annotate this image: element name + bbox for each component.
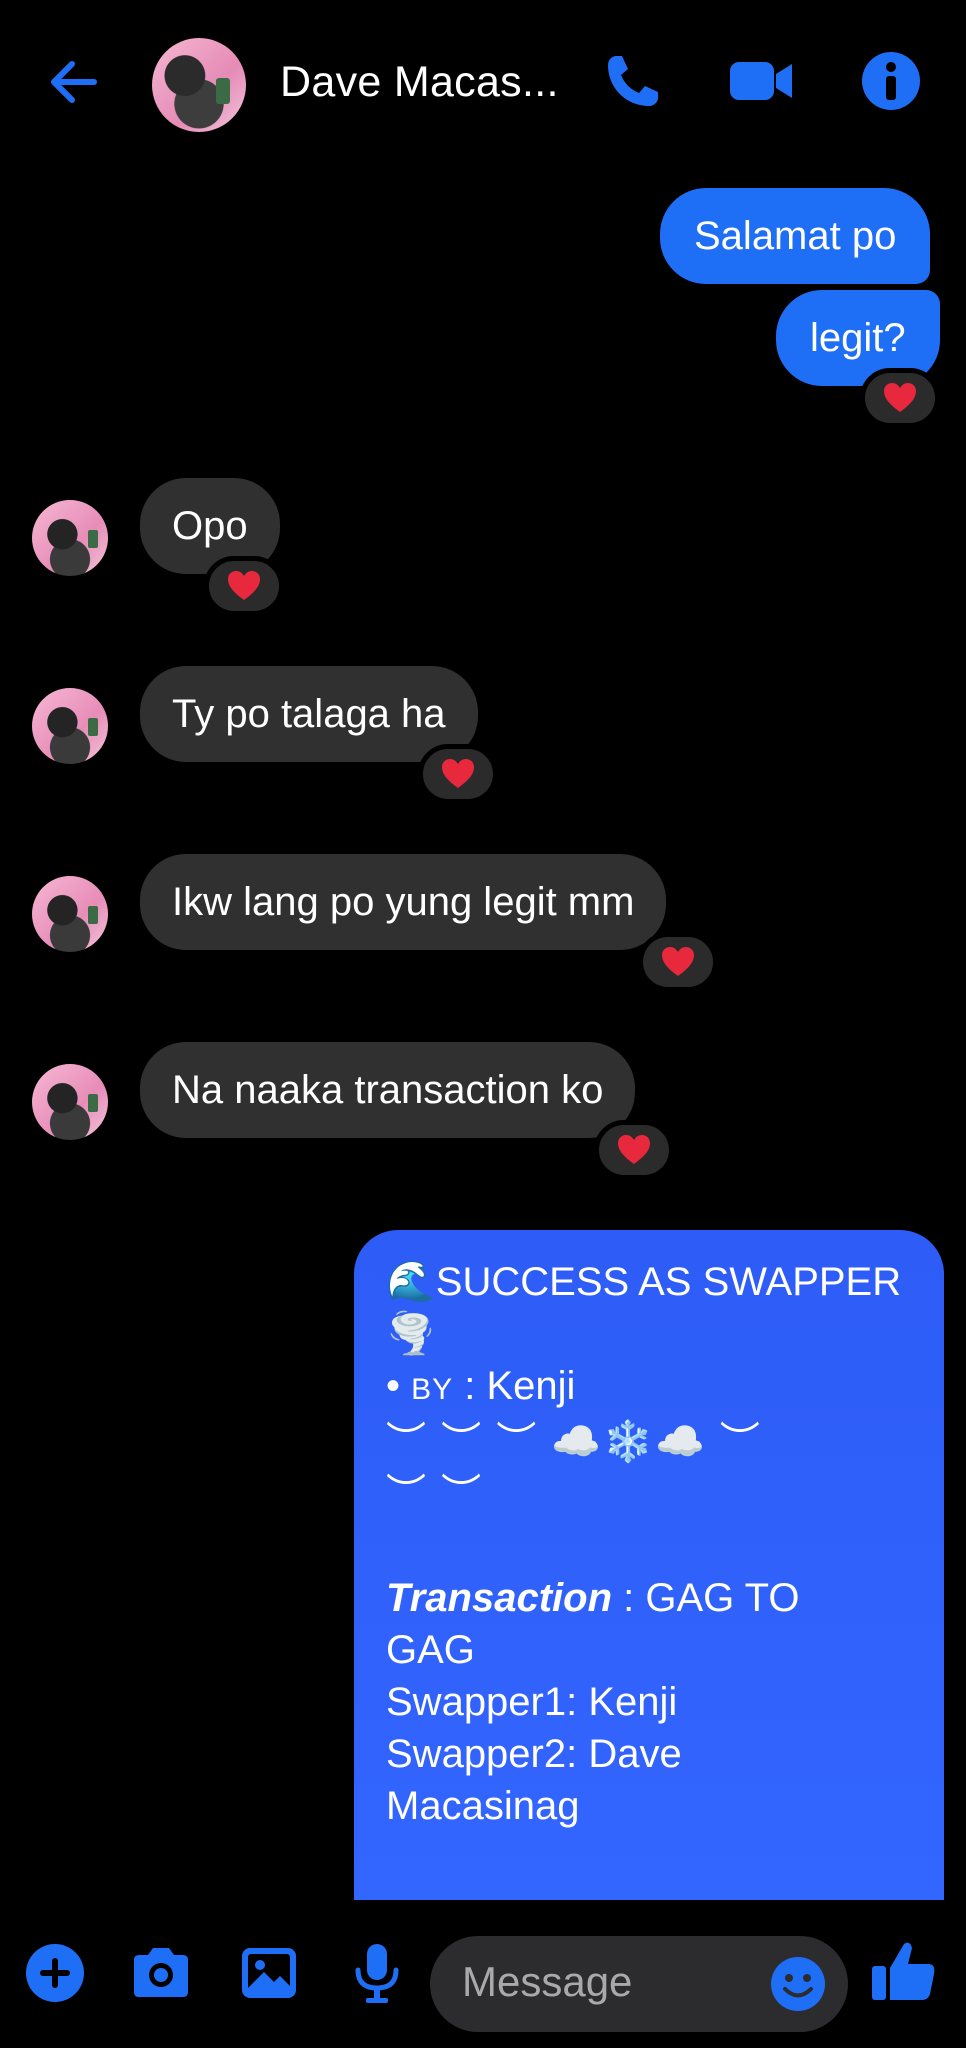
sender-avatar[interactable] xyxy=(32,876,108,952)
phone-icon[interactable] xyxy=(600,48,666,114)
bullet: • xyxy=(386,1364,412,1408)
by-value: : Kenji xyxy=(453,1364,576,1408)
emoji-icon[interactable] xyxy=(768,1954,828,2014)
thumbs-up-icon[interactable] xyxy=(868,1936,940,2008)
swapper2: Swapper2: Dave xyxy=(386,1732,682,1776)
message-text: Opo xyxy=(172,504,248,548)
message-text: Na naaka transaction ko xyxy=(172,1068,604,1112)
camera-icon[interactable] xyxy=(128,1940,194,2006)
message-bubble-incoming[interactable]: Ikw lang po yung legit mm xyxy=(140,854,667,950)
transaction-value-cont: GAG xyxy=(386,1628,475,1672)
heart-icon xyxy=(662,947,694,976)
card-title-emoji: 🌪️ xyxy=(386,1312,436,1356)
add-icon[interactable] xyxy=(22,1940,88,2006)
heart-reaction[interactable] xyxy=(860,368,940,428)
sender-avatar[interactable] xyxy=(32,688,108,764)
message-text: Ikw lang po yung legit mm xyxy=(172,880,635,924)
gallery-icon[interactable] xyxy=(236,1940,302,2006)
swapper1: Swapper1: Kenji xyxy=(386,1680,678,1724)
message-text: Ty po talaga ha xyxy=(172,692,446,736)
heart-icon xyxy=(884,383,916,412)
message-bubble-outgoing[interactable]: Salamat po xyxy=(660,188,931,284)
video-camera-icon[interactable] xyxy=(728,48,794,114)
heart-reaction[interactable] xyxy=(204,556,284,616)
message-input[interactable]: Message xyxy=(430,1936,848,2032)
back-arrow-icon[interactable] xyxy=(44,52,104,112)
heart-reaction[interactable] xyxy=(418,744,498,804)
contact-name[interactable]: Dave Macas... xyxy=(280,58,559,107)
message-bubble-incoming[interactable]: Na naaka transaction ko xyxy=(140,1042,636,1138)
by-label: BY xyxy=(411,1373,454,1406)
decorative-line: ︶ ︶ xyxy=(386,1472,484,1516)
message-bubble-incoming[interactable]: Ty po talaga ha xyxy=(140,666,478,762)
message-text: legit? xyxy=(810,316,906,360)
heart-icon xyxy=(618,1135,650,1164)
heart-icon xyxy=(442,759,474,788)
microphone-icon[interactable] xyxy=(344,1940,410,2006)
heart-reaction[interactable] xyxy=(638,932,718,992)
card-title: 🌊SUCCESS AS SWAPPER xyxy=(386,1260,902,1304)
contact-avatar[interactable] xyxy=(152,38,246,132)
message-input-placeholder: Message xyxy=(462,1958,633,2005)
message-text: Salamat po xyxy=(694,214,897,258)
card-by-line: • BY : Kenji xyxy=(386,1360,912,1416)
chat-header: Dave Macas... xyxy=(0,0,966,170)
sender-avatar[interactable] xyxy=(32,500,108,576)
transaction-line: Transaction : GAG TO xyxy=(386,1572,912,1624)
decorative-line: ︶ ︶ ︶ ☁️❄️☁️ ︶ xyxy=(386,1420,762,1464)
transaction-label: Transaction xyxy=(386,1576,612,1620)
info-icon[interactable] xyxy=(858,48,924,114)
heart-reaction[interactable] xyxy=(594,1120,674,1180)
heart-icon xyxy=(228,571,260,600)
swapper2-cont: Macasinag xyxy=(386,1784,580,1828)
message-bubble-outgoing-card[interactable]: 🌊SUCCESS AS SWAPPER 🌪️ • BY : Kenji ︶ ︶ … xyxy=(354,1230,944,1900)
transaction-value: : GAG TO xyxy=(612,1576,800,1620)
sender-avatar[interactable] xyxy=(32,1064,108,1140)
